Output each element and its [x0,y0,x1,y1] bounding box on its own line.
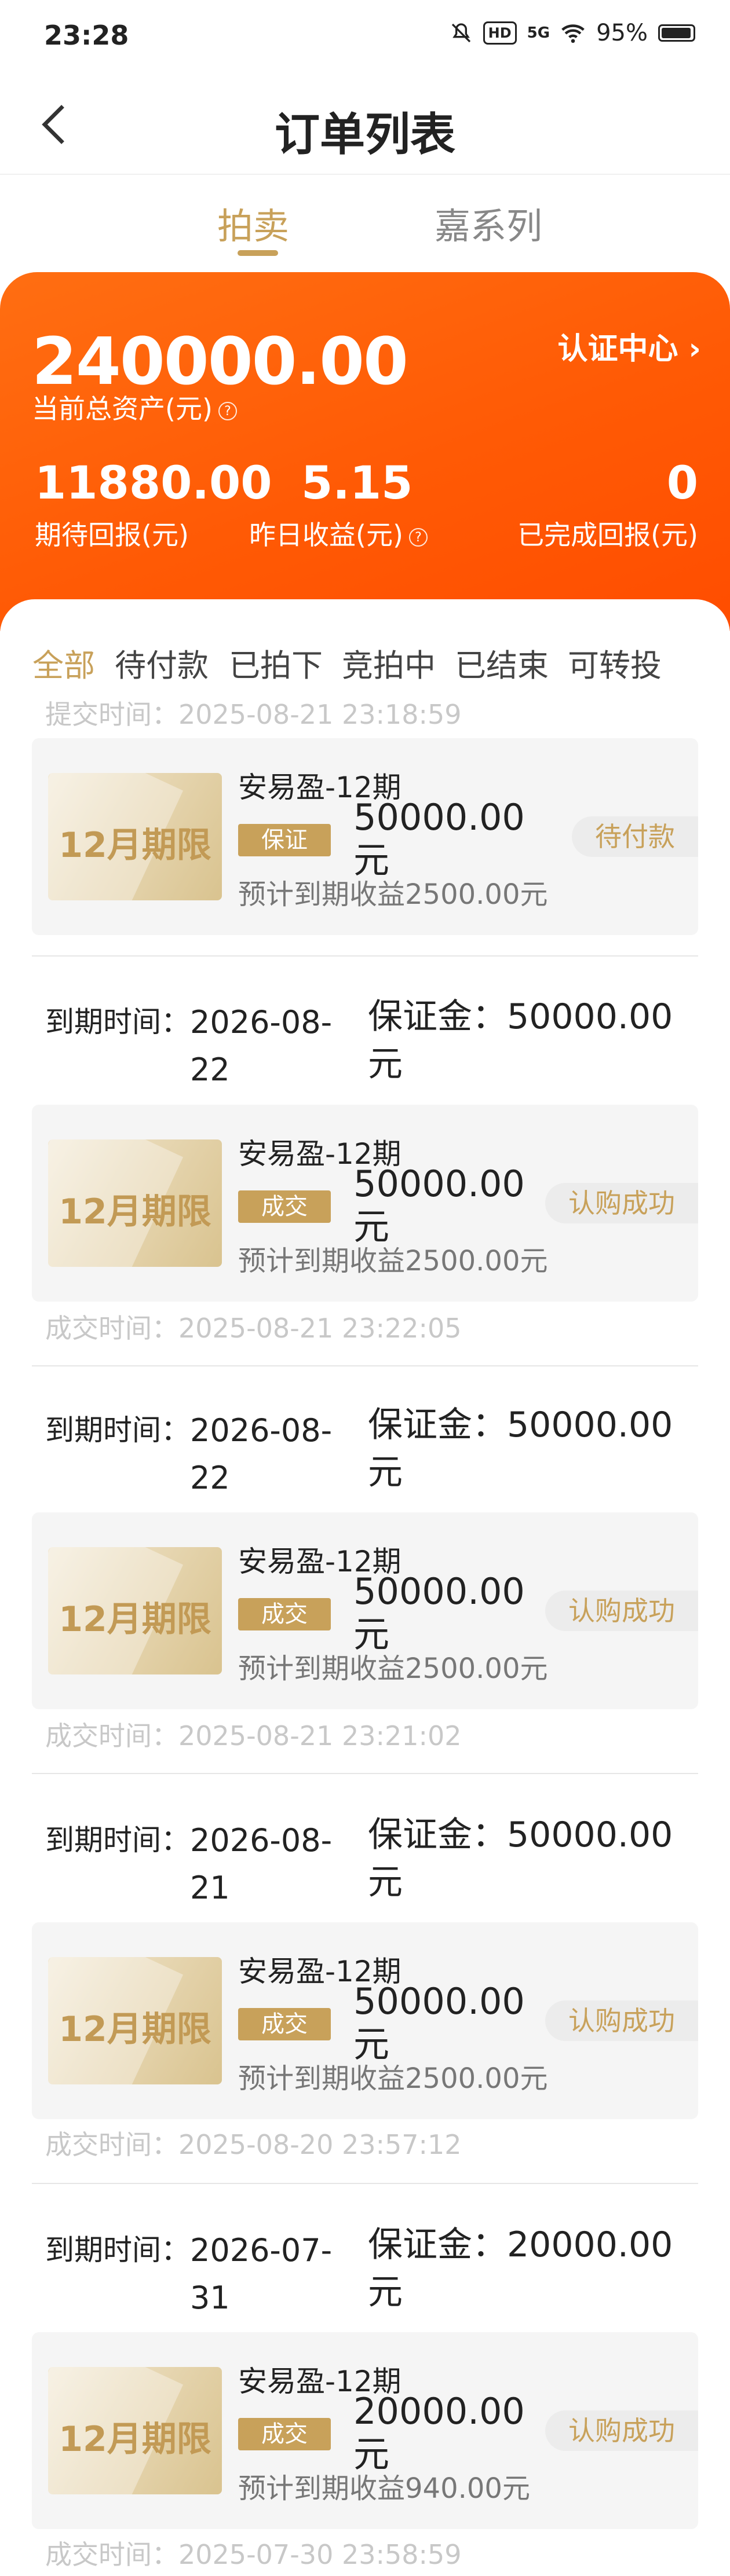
due-date: 到期时间：2026-07-31 [45,2227,346,2322]
order-badge: 成交 [238,2418,331,2450]
completed-return-label: 已完成回报(元) [517,519,698,551]
tab-active-indicator [238,250,278,256]
filter-all[interactable]: 全部 [32,640,95,686]
cert-center-link[interactable]: 认证中心 › [557,324,701,368]
order-card[interactable]: 12月期限 安易盈-12期 保证 50000.00 元 预计到期收益2500.0… [32,738,698,935]
thumbnail-label: 12月期限 [59,1599,211,1640]
expected-income: 预计到期收益2500.00元 [238,878,548,911]
due-date: 到期时间：2026-08-22 [45,1407,346,1502]
order-amount: 50000.00 元 [353,1570,525,1655]
help-icon[interactable]: ? [218,401,237,420]
submit-time: 提交时间：2025-08-21 23:18:59 [45,699,462,730]
due-date-value: 2026-08-22 [190,1412,333,1496]
filter-bidding[interactable]: 竞拍中 [342,640,436,686]
order-card[interactable]: 12月期限 安易盈-12期 成交 20000.00 元 预计到期收益940.00… [32,2332,698,2529]
order-status: 待付款 [572,816,698,857]
thumbnail-label: 12月期限 [59,2419,211,2460]
order-card[interactable]: 12月期限 安易盈-12期 成交 50000.00 元 预计到期收益2500.0… [32,1512,698,1709]
divider [32,955,698,957]
expected-income: 预计到期收益940.00元 [238,2472,530,2505]
status-icons: HD 5G 95% [450,20,695,46]
page-title: 订单列表 [274,109,455,161]
order-badge: 成交 [238,1598,331,1630]
order-status: 认购成功 [545,2000,698,2041]
expected-income: 预计到期收益2500.00元 [238,1652,548,1685]
yesterday-income-value: 5.15 [301,457,413,510]
due-date-value: 2026-08-21 [190,1822,333,1906]
deposit: 保证金：50000.00 元 [368,1811,692,1906]
due-date-label: 到期时间： [45,2233,190,2267]
divider [32,2183,698,2184]
assets-summary: 240000.00 当前总资产(元)? 认证中心 › 11880.00 期待回报… [0,272,730,631]
order-badge: 成交 [238,2008,331,2040]
deposit: 保证金：50000.00 元 [368,993,692,1088]
expected-income: 预计到期收益2500.00元 [238,2062,548,2095]
deal-time: 成交时间：2025-08-21 23:21:02 [45,1720,462,1751]
tab-jia-series[interactable]: 嘉系列 [435,197,542,249]
deal-time: 成交时间：2025-07-30 23:58:59 [45,2539,462,2570]
order-status: 认购成功 [545,1183,698,1223]
deposit: 保证金：50000.00 元 [368,1401,692,1496]
due-date: 到期时间：2026-08-21 [45,1817,346,1912]
order-status: 认购成功 [545,2410,698,2451]
filter-pending-payment[interactable]: 待付款 [115,640,209,686]
deposit-label: 保证金： [368,1815,507,1855]
deal-time: 成交时间：2025-08-21 23:22:05 [45,1313,462,1344]
divider [32,1365,698,1366]
yesterday-income-label-text: 昨日收益(元) [249,519,403,551]
product-thumbnail: 12月期限 [48,773,222,900]
filter-bid-won[interactable]: 已拍下 [229,640,323,686]
battery-icon [658,24,695,42]
order-badge: 成交 [238,1190,331,1223]
deposit-label: 保证金： [368,2225,507,2265]
nav-bar: 订单列表 [0,81,730,175]
tab-auction[interactable]: 拍卖 [217,197,289,249]
help-icon[interactable]: ? [408,527,428,547]
status-bar: 23:28 HD 5G 95% [0,0,730,75]
order-card[interactable]: 12月期限 安易盈-12期 成交 50000.00 元 预计到期收益2500.0… [32,1105,698,1302]
yesterday-income-label: 昨日收益(元)? [249,514,428,552]
product-thumbnail: 12月期限 [48,1957,222,2084]
thumbnail-label: 12月期限 [59,825,211,866]
deposit: 保证金：20000.00 元 [368,2221,692,2316]
order-amount: 50000.00 元 [353,1163,525,1248]
order-amount: 50000.00 元 [353,796,525,881]
filter-transferable[interactable]: 可转投 [568,640,662,686]
deposit-label: 保证金： [368,1405,507,1445]
total-assets-label: 当前总资产(元)? [32,388,237,426]
wifi-icon [561,24,585,43]
tab-bar: 拍卖 嘉系列 [0,191,730,261]
due-date-value: 2026-07-31 [190,2232,333,2316]
due-date: 到期时间：2026-08-22 [45,999,346,1094]
order-amount: 20000.00 元 [353,2390,525,2475]
expected-income: 预计到期收益2500.00元 [238,1245,548,1277]
deal-time: 成交时间：2025-08-20 23:57:12 [45,2129,462,2160]
order-card[interactable]: 12月期限 安易盈-12期 成交 50000.00 元 预计到期收益2500.0… [32,1922,698,2119]
due-date-value: 2026-08-22 [190,1004,333,1088]
signal-icon: 5G [527,24,550,42]
expected-return-value: 11880.00 [35,457,272,510]
thumbnail-label: 12月期限 [59,2009,211,2050]
product-thumbnail: 12月期限 [48,1139,222,1267]
order-badge: 保证 [238,824,331,856]
order-amount: 50000.00 元 [353,1980,525,2065]
filter-ended[interactable]: 已结束 [455,640,549,686]
due-date-label: 到期时间： [45,1413,190,1447]
completed-return-value: 0 [666,457,698,510]
total-assets-label-text: 当前总资产(元) [32,393,213,424]
due-date-label: 到期时间： [45,1005,190,1039]
mute-icon [451,23,470,43]
expected-return-label: 期待回报(元) [35,519,189,551]
divider [32,1773,698,1774]
hd-icon: HD [483,21,517,45]
due-date-label: 到期时间： [45,1823,190,1857]
product-thumbnail: 12月期限 [48,1547,222,1674]
deposit-label: 保证金： [368,996,507,1037]
product-thumbnail: 12月期限 [48,2367,222,2494]
order-filter-bar: 全部 待付款 已拍下 竞拍中 已结束 可转投 [0,599,730,695]
thumbnail-label: 12月期限 [59,1192,211,1232]
status-time: 23:28 [44,20,129,51]
battery-text: 95% [596,20,648,46]
order-status: 认购成功 [545,1591,698,1631]
